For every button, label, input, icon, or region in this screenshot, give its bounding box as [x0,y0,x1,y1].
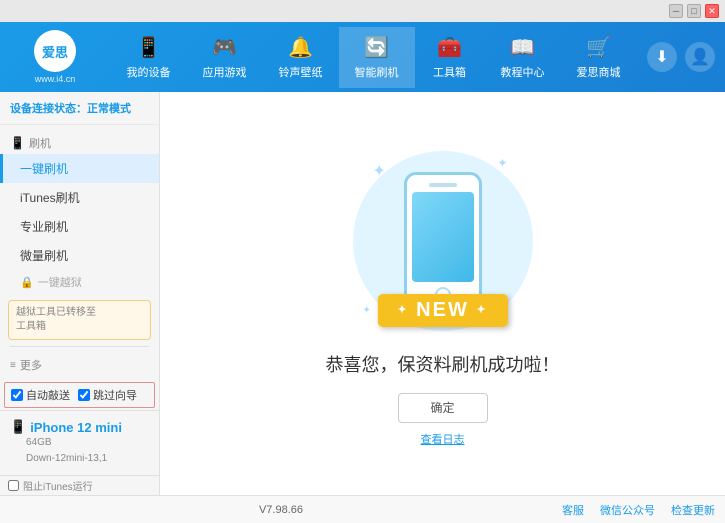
nav-my-device[interactable]: 📱 我的设备 [111,27,187,88]
nav-right-actions: ⬇ 👤 [647,42,715,72]
ringtones-icon: 🔔 [288,35,313,60]
nav-apps-games[interactable]: 🎮 应用游戏 [187,27,263,88]
sidebar-item-itunes-flash[interactable]: iTunes刷机 [0,183,159,212]
sidebar-item-other-tools[interactable]: 其他工具 [0,376,159,380]
flash-section-icon: 📱 [10,136,25,150]
checkbox-skip-label[interactable]: 跳过向导 [78,387,137,403]
user-button[interactable]: 👤 [685,42,715,72]
nav-ringtones[interactable]: 🔔 铃声壁纸 [263,27,339,88]
notice-text: 越狱工具已转移至 工具箱 [16,307,96,332]
locked-label: 一键越狱 [38,274,82,290]
smart-flash-icon: 🔄 [364,35,389,60]
section-flash-title: 📱 刷机 [0,129,159,154]
success-graphic: ✦ ✦ ✦ ✦ NEW ✦ [343,141,543,341]
minimize-button[interactable]: ─ [669,4,683,18]
nav-toolbox[interactable]: 🧰 工具箱 [415,27,485,88]
device-name-text: iPhone 12 mini [30,420,122,435]
device-fw: Down-12mini-13,1 [26,451,149,467]
new-label: NEW [416,299,469,321]
my-device-icon: 📱 [136,35,161,60]
nav-smart-flash[interactable]: 🔄 智能刷机 [339,27,415,88]
content-area: ✦ ✦ ✦ ✦ NEW ✦ 恭喜您，保资料刷机成功啦！ 确定 查看日志 [160,92,725,495]
lock-icon: 🔒 [20,276,34,289]
confirm-button[interactable]: 确定 [398,393,488,423]
view-log-link[interactable]: 查看日志 [421,431,465,447]
more-section-label: 更多 [20,357,42,373]
sidebar-item-one-key-flash[interactable]: 一键刷机 [0,154,159,183]
logo-icon: 爱思 [34,30,76,72]
nav-smart-flash-label: 智能刷机 [355,64,399,80]
new-star-right: ✦ [476,304,487,316]
logo[interactable]: 爱思 www.i4.cn [10,30,100,84]
success-message: 恭喜您，保资料刷机成功啦！ [326,351,560,377]
device-info-section: 📱 iPhone 12 mini 64GB Down-12mini-13,1 [0,410,159,475]
sidebar-locked-jailbreak: 🔒 一键越狱 [0,270,159,294]
bottom-links: 客服 微信公众号 检查更新 [562,502,715,518]
phone-screen [412,192,474,282]
section-more-title: ≡ 更多 [0,351,159,376]
device-icon: 📱 [10,419,26,435]
nav-bar: 📱 我的设备 🎮 应用游戏 🔔 铃声壁纸 🔄 智能刷机 🧰 工具箱 📖 教程中心… [100,27,647,88]
checkbox-skip-input[interactable] [78,389,90,401]
itunes-bar: 阻止iTunes运行 [0,475,159,495]
tutorials-icon: 📖 [510,35,535,60]
download-icon: ⬇ [655,47,668,67]
nav-toolbox-label: 工具箱 [433,64,466,80]
shop-icon: 🛒 [586,35,611,60]
toolbox-icon: 🧰 [437,35,462,60]
device-name: 📱 iPhone 12 mini [10,419,149,435]
maximize-button[interactable]: □ [687,4,701,18]
phone-illustration [404,172,482,310]
status-value: 正常模式 [87,103,131,115]
new-banner: ✦ NEW ✦ [377,294,507,327]
checkbox-auto-label[interactable]: 自动敲送 [11,387,70,403]
nav-tutorials-label: 教程中心 [501,64,545,80]
download-button[interactable]: ⬇ [647,42,677,72]
nav-shop[interactable]: 🛒 爱思商城 [561,27,637,88]
close-button[interactable]: ✕ [705,4,719,18]
device-status: 设备连接状态：正常模式 [0,96,159,125]
checkbox-auto-input[interactable] [11,389,23,401]
main-layout: 设备连接状态：正常模式 📱 刷机 一键刷机 iTunes刷机 专业刷机 微量刷机… [0,92,725,495]
sidebar-item-small-flash[interactable]: 微量刷机 [0,241,159,270]
nav-my-device-label: 我的设备 [127,64,171,80]
more-section-icon: ≡ [10,360,16,371]
sidebar-divider-1 [10,346,149,347]
bottom-bar: V7.98.66 客服 微信公众号 检查更新 [0,495,725,523]
flash-section-label: 刷机 [29,135,51,151]
service-link[interactable]: 客服 [562,502,584,518]
wechat-link[interactable]: 微信公众号 [600,502,655,518]
checkbox-auto-text: 自动敲送 [26,387,70,403]
user-icon: 👤 [690,47,710,67]
logo-url: www.i4.cn [35,74,76,84]
nav-shop-label: 爱思商城 [577,64,621,80]
sidebar: 设备连接状态：正常模式 📱 刷机 一键刷机 iTunes刷机 专业刷机 微量刷机… [0,92,160,495]
sidebar-scroll: 设备连接状态：正常模式 📱 刷机 一键刷机 iTunes刷机 专业刷机 微量刷机… [0,92,159,380]
device-details: 64GB Down-12mini-13,1 [10,435,149,467]
version-label: V7.98.66 [259,504,303,516]
status-label: 设备连接状态： [10,103,87,115]
new-star-left: ✦ [397,304,408,316]
update-link[interactable]: 检查更新 [671,502,715,518]
itunes-checkbox[interactable] [8,480,19,491]
nav-ringtones-label: 铃声壁纸 [279,64,323,80]
nav-tutorials[interactable]: 📖 教程中心 [485,27,561,88]
sparkle-3: ✦ [363,305,371,316]
sidebar-item-pro-flash[interactable]: 专业刷机 [0,212,159,241]
header: 爱思 www.i4.cn 📱 我的设备 🎮 应用游戏 🔔 铃声壁纸 🔄 智能刷机… [0,22,725,92]
title-bar: ─ □ ✕ [0,0,725,22]
itunes-notice-text: 阻止iTunes运行 [23,478,93,493]
jailbreak-notice: 越狱工具已转移至 工具箱 [8,300,151,340]
checkbox-skip-text: 跳过向导 [93,387,137,403]
checkbox-area: 自动敲送 跳过向导 [4,382,155,408]
phone-speaker [429,183,457,187]
sparkle-1: ✦ [373,161,386,181]
apps-games-icon: 🎮 [212,35,237,60]
nav-apps-games-label: 应用游戏 [203,64,247,80]
sparkle-2: ✦ [497,156,507,170]
device-storage: 64GB [26,435,149,451]
